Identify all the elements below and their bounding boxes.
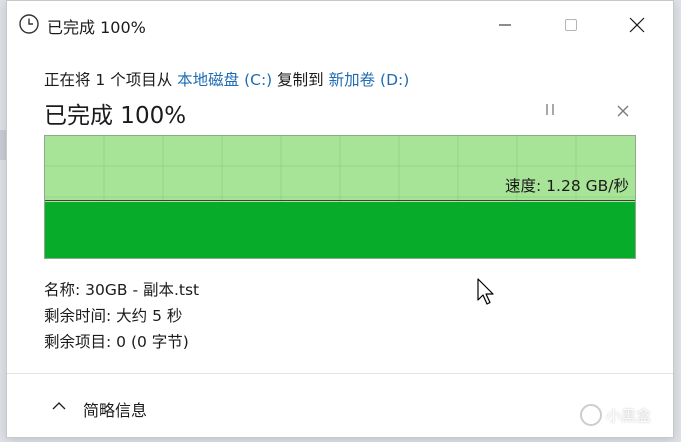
- pause-button[interactable]: [543, 103, 557, 117]
- chevron-up-icon[interactable]: [51, 399, 67, 411]
- fewer-details-button[interactable]: 简略信息: [83, 397, 147, 421]
- name-row: 名称: 30GB - 副本.tst: [44, 278, 199, 300]
- watermark-text: 小黑盒: [606, 406, 652, 425]
- minimize-button[interactable]: [475, 1, 535, 49]
- file-copy-dialog: 已完成 100% 正在将 1 个项目从 本地磁盘 (C:) 复制到 新加卷 (D…: [6, 0, 674, 438]
- pause-icon: [546, 104, 548, 115]
- watermark-logo-icon: [580, 404, 602, 426]
- speed-graph: 速度: 1.28 GB/秒: [44, 135, 636, 259]
- close-icon: [629, 17, 645, 33]
- mouse-cursor-icon: [477, 278, 494, 305]
- name-label: 名称:: [44, 281, 86, 299]
- name-value: 30GB - 副本.tst: [85, 281, 200, 299]
- title-bar[interactable]: 已完成 100%: [7, 1, 673, 49]
- transfer-description: 正在将 1 个项目从 本地磁盘 (C:) 复制到 新加卷 (D:): [44, 68, 409, 90]
- footer-divider: [7, 373, 673, 374]
- minimize-icon: [499, 24, 511, 26]
- items-remaining-row: 剩余项目: 0 (0 字节): [44, 330, 189, 352]
- items-remaining-value: 0 (0 字节): [116, 333, 189, 351]
- status-heading: 已完成 100%: [44, 103, 187, 129]
- window-title: 已完成 100%: [47, 18, 146, 37]
- maximize-icon: [565, 19, 577, 31]
- transfer-middle: 复制到: [272, 71, 329, 89]
- time-remaining-label: 剩余时间:: [44, 307, 117, 325]
- transfer-prefix: 正在将 1 个项目从: [44, 71, 178, 89]
- cancel-icon: [617, 105, 629, 117]
- progress-fill: [45, 202, 635, 258]
- cancel-button[interactable]: [615, 103, 631, 119]
- speed-line: [45, 200, 635, 201]
- destination-link[interactable]: 新加卷 (D:): [329, 71, 410, 89]
- maximize-button[interactable]: [541, 1, 601, 49]
- time-remaining-value: 大约 5 秒: [116, 307, 183, 325]
- source-link[interactable]: 本地磁盘 (C:): [177, 71, 272, 89]
- speed-label: 速度: 1.28 GB/秒: [505, 177, 629, 195]
- close-button[interactable]: [607, 1, 667, 49]
- clock-icon: [19, 14, 39, 34]
- watermark: 小黑盒: [580, 404, 651, 426]
- time-remaining-row: 剩余时间: 大约 5 秒: [44, 304, 182, 326]
- items-remaining-label: 剩余项目:: [44, 333, 117, 351]
